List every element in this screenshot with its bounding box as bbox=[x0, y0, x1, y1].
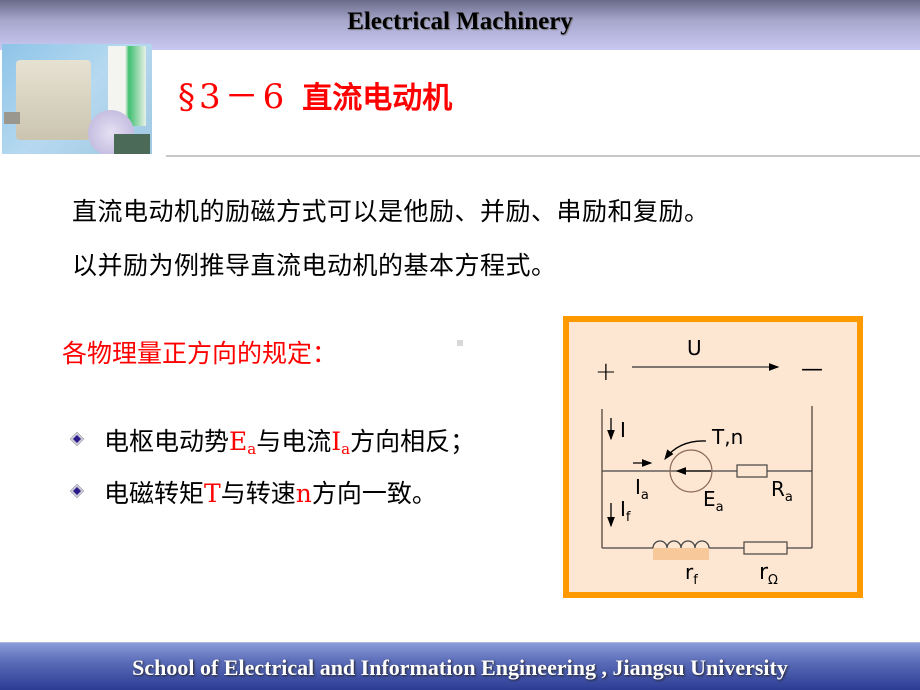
circuit-diagram: U + — I T,n Ia Ea Ra If rf rΩ bbox=[563, 316, 863, 598]
plus-terminal: + bbox=[595, 357, 617, 387]
intro-line-1: 直流电动机的励磁方式可以是他励、并励、串励和复励。 bbox=[72, 197, 710, 226]
current-symbol-sub: a bbox=[341, 440, 351, 458]
current-label: I bbox=[620, 418, 626, 442]
emf-symbol-letter: E bbox=[229, 427, 248, 456]
emf-label: Ea bbox=[703, 487, 724, 515]
bullet-text-post: 方向相反； bbox=[350, 427, 476, 456]
speed-symbol: n bbox=[295, 479, 312, 508]
torque-speed-label: T,n bbox=[711, 425, 743, 449]
section-number: §3－6 bbox=[178, 77, 289, 117]
field-core bbox=[653, 548, 709, 560]
motor-body-shape bbox=[16, 60, 91, 140]
field-winding-coil bbox=[652, 540, 710, 549]
bullet-text-mid: 与转速 bbox=[220, 479, 296, 508]
emf-symbol-sub: a bbox=[247, 440, 257, 458]
dc-machine-image bbox=[2, 44, 152, 154]
emf-symbol: Ea bbox=[229, 427, 256, 458]
armature-resistance-label: Ra bbox=[771, 477, 793, 505]
bullet-text-post: 方向一致。 bbox=[311, 479, 437, 508]
field-resistance-label: rf bbox=[685, 560, 698, 588]
footer-text: School of Electrical and Information Eng… bbox=[132, 655, 788, 680]
armature-resistor bbox=[736, 464, 768, 478]
section-name: 直流电动机 bbox=[302, 81, 453, 116]
voltage-label: U bbox=[687, 336, 702, 360]
current-symbol: Ia bbox=[331, 427, 350, 458]
section-title: §3－6 直流电动机 bbox=[178, 80, 452, 114]
current-symbol-letter: I bbox=[331, 427, 342, 456]
intro-line-2: 以并励为例推导直流电动机的基本方程式。 bbox=[72, 251, 557, 280]
motor-shaft-shape bbox=[4, 112, 20, 124]
diamond-bullet-icon bbox=[70, 432, 84, 446]
diamond-bullet-icon bbox=[70, 484, 84, 498]
rules-heading: 各物理量正方向的规定： bbox=[62, 339, 338, 368]
bullet-item: 电磁转矩 T 与转速 n 方向一致。 bbox=[70, 474, 437, 510]
rheostat-label: rΩ bbox=[759, 560, 778, 588]
minus-terminal: — bbox=[801, 357, 823, 382]
footer-bar: School of Electrical and Information Eng… bbox=[0, 642, 920, 690]
field-rheostat bbox=[743, 541, 788, 555]
field-current-label: If bbox=[620, 497, 631, 525]
shunt-motor-circuit: U + — I T,n Ia Ea Ra If rf rΩ bbox=[595, 336, 823, 588]
header-title: Electrical Machinery bbox=[347, 8, 573, 35]
rotation-arrow bbox=[664, 440, 707, 461]
bullet-item: 电枢电动势 Ea 与电流 Ia 方向相反； bbox=[70, 422, 475, 458]
bullet-text-pre: 电枢电动势 bbox=[104, 427, 230, 456]
armature-current-label: Ia bbox=[635, 475, 649, 503]
torque-symbol: T bbox=[204, 479, 221, 508]
header-bar: Electrical Machinery bbox=[0, 0, 920, 50]
title-divider bbox=[166, 155, 920, 157]
placeholder-dot bbox=[457, 340, 463, 346]
bullet-text-mid: 与电流 bbox=[256, 427, 332, 456]
bullet-text-pre: 电磁转矩 bbox=[104, 479, 205, 508]
gear-shape bbox=[114, 134, 150, 154]
